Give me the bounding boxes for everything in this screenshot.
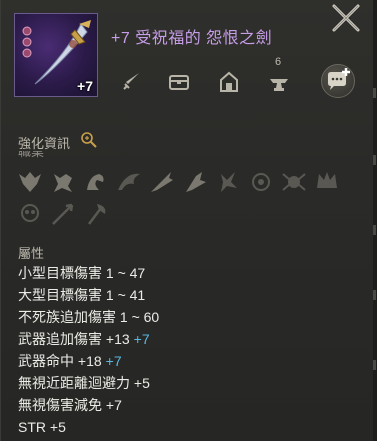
warehouse-icon bbox=[220, 71, 238, 92]
close-icon bbox=[332, 4, 360, 32]
store-button[interactable] bbox=[161, 62, 197, 102]
chest-icon bbox=[169, 75, 189, 90]
anvil-icon bbox=[270, 79, 288, 91]
rune-dragon-icon[interactable] bbox=[81, 168, 111, 196]
enhancement-zoom-button[interactable] bbox=[80, 131, 98, 149]
enhance-count: 6 bbox=[275, 56, 282, 68]
rune-arrow-icon[interactable] bbox=[48, 200, 78, 228]
attribute-row: 不死族追加傷害 1 ~ 60 bbox=[18, 309, 160, 325]
equip-button[interactable] bbox=[113, 62, 149, 102]
class-label-clipped: 職業 bbox=[18, 151, 45, 159]
rune-demon-icon[interactable] bbox=[15, 168, 45, 196]
sword-icon bbox=[123, 73, 139, 90]
rune-wolf-icon[interactable] bbox=[213, 168, 243, 196]
rune-grid bbox=[15, 168, 355, 228]
enhancement-info-title: 強化資訊 bbox=[18, 136, 71, 151]
item-tooltip-panel: +7 +7 受祝福的 怨恨之劍 6 強化資訊 職業 屬性 小型目標傷害 1 ~ … bbox=[0, 0, 377, 441]
close-button[interactable] bbox=[330, 2, 362, 34]
item-thumbnail: +7 bbox=[14, 13, 98, 97]
search-icon bbox=[81, 132, 97, 148]
rune-orb-icon[interactable] bbox=[246, 168, 276, 196]
attribute-row: 大型目標傷害 1 ~ 41 bbox=[18, 287, 146, 303]
attribute-row: 小型目標傷害 1 ~ 47 bbox=[18, 265, 146, 281]
window-edge bbox=[373, 0, 377, 441]
attribute-row: 無視近距離迴避力 +5 bbox=[18, 375, 150, 391]
attribute-row: 武器命中 +18 +7 bbox=[18, 353, 122, 369]
enchant-level: +7 bbox=[77, 78, 93, 94]
rune-beast-icon[interactable] bbox=[48, 168, 78, 196]
rune-blade-icon[interactable] bbox=[147, 168, 177, 196]
enhance-button[interactable]: 6 bbox=[261, 56, 297, 102]
attributes-title: 屬性 bbox=[18, 246, 45, 261]
attribute-row: 無視傷害減免 +7 bbox=[18, 397, 122, 413]
item-name: +7 受祝福的 怨恨之劍 bbox=[111, 30, 273, 47]
rune-wing-icon[interactable] bbox=[114, 168, 144, 196]
rune-spider-icon[interactable] bbox=[279, 168, 309, 196]
attribute-row: 武器追加傷害 +13 +7 bbox=[18, 331, 150, 347]
chat-share-button[interactable] bbox=[321, 64, 355, 98]
item-action-bar: 6 bbox=[107, 56, 369, 106]
rune-flame-icon[interactable] bbox=[180, 168, 210, 196]
attributes-list: 小型目標傷害 1 ~ 47 大型目標傷害 1 ~ 41 不死族追加傷害 1 ~ … bbox=[18, 263, 163, 439]
warehouse-button[interactable] bbox=[211, 62, 247, 102]
rune-skull-icon[interactable] bbox=[15, 200, 45, 228]
rune-crown-icon[interactable] bbox=[312, 168, 342, 196]
chat-add-icon bbox=[328, 68, 350, 90]
rune-axe-icon[interactable] bbox=[81, 200, 111, 228]
attribute-row: STR +5 bbox=[18, 419, 66, 435]
